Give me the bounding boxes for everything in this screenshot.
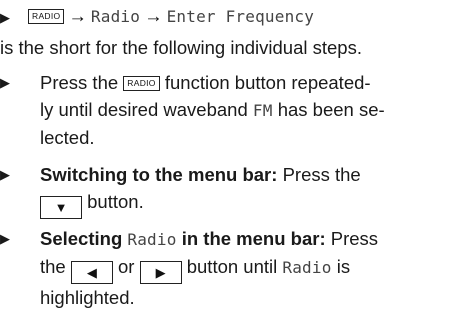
step-text: or	[118, 256, 135, 277]
arrow-icon: →	[68, 5, 87, 26]
step-text: button until	[186, 256, 278, 277]
intro-text: is the short for the following individua…	[0, 37, 362, 58]
step-switch-menu-bar: Switching to the menu bar: Press the ▼ b…	[40, 161, 455, 219]
step-text: function button repeated-	[164, 72, 371, 93]
shortcut-line: ▶ RADIO → Radio → Enter Frequency	[0, 4, 314, 30]
waveband-fm: FM	[252, 101, 273, 120]
manual-page: ▶ RADIO → Radio → Enter Frequency is the shor…	[0, 0, 459, 316]
step-text: the	[40, 256, 66, 277]
step-text: is	[336, 256, 351, 277]
step-text: Press	[330, 228, 379, 249]
step-text: Press the	[282, 164, 361, 185]
radio-key-label: RADIO	[28, 9, 65, 24]
bullet-icon: ▶	[0, 167, 10, 182]
menu-step-enter-frequency: Enter Frequency	[166, 7, 315, 26]
menu-item-radio: Radio	[282, 258, 332, 277]
left-arrow-button-icon: ◀	[70, 261, 113, 284]
step-text: lected.	[40, 127, 95, 148]
bullet-icon: ▶	[0, 75, 10, 90]
right-arrow-button-icon: ▶	[139, 261, 182, 284]
menu-item-radio: Radio	[127, 230, 177, 249]
step-heading: Switching to the menu bar:	[40, 164, 278, 185]
step-select-radio: Selecting Radio in the menu bar: Press t…	[40, 225, 455, 311]
bullet-icon: ▶	[0, 10, 10, 25]
menu-step-radio: Radio	[90, 7, 141, 26]
down-arrow-button-icon: ▼	[40, 196, 82, 219]
step-press-radio: Press the RADIO function button repeated…	[40, 69, 455, 151]
step-text: has been se-	[277, 99, 385, 120]
bullet-icon: ▶	[0, 231, 10, 246]
radio-key-label: RADIO	[123, 76, 160, 91]
step-heading: Selecting	[40, 228, 123, 249]
step-text: Press the	[40, 72, 119, 93]
step-heading: in the menu bar:	[181, 228, 326, 249]
step-text: button.	[87, 191, 144, 212]
arrow-icon: →	[144, 5, 163, 26]
step-text: highlighted.	[40, 287, 135, 308]
step-text: ly until desired waveband	[40, 99, 248, 120]
